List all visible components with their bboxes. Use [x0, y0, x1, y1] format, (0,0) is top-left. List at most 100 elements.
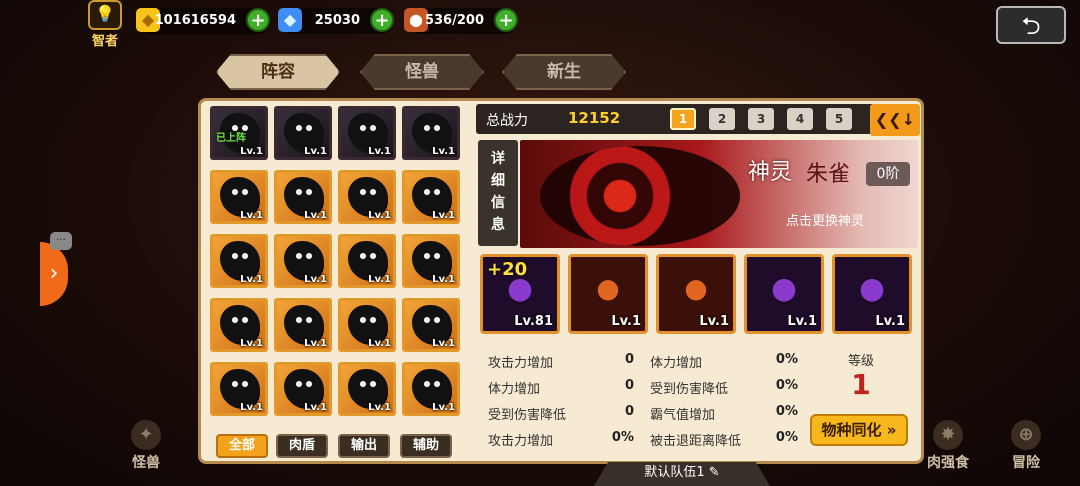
rank-badge[interactable]: 💡 智者	[84, 0, 126, 49]
vermilion-bird-art	[540, 146, 740, 246]
team-slot-4[interactable]: 4	[787, 108, 813, 130]
monster-level: Lv.1	[304, 402, 327, 413]
detail-info-button[interactable]: 详 细 信 息	[478, 140, 518, 246]
roster-monster-card[interactable]: Lv.1	[338, 170, 396, 224]
filter-all-button[interactable]: 全部	[216, 434, 268, 458]
tab-monsters[interactable]: 怪兽	[360, 54, 484, 90]
roster-monster-card[interactable]: Lv.1	[274, 106, 332, 160]
chevron-right-icon: ›	[49, 261, 59, 286]
team-member-level: Lv.1	[611, 314, 641, 329]
team-member-slot[interactable]: Lv.1	[656, 254, 736, 334]
monster-level: Lv.1	[240, 210, 263, 221]
swap-team-button[interactable]: ❮❮↓	[870, 104, 920, 136]
roster-monster-card[interactable]: Lv.1	[210, 170, 268, 224]
chat-icon[interactable]: ···	[50, 232, 72, 250]
return-arrow-icon: ⮌	[1021, 12, 1041, 40]
roster-monster-card[interactable]: Lv.1	[210, 362, 268, 416]
monster-level: Lv.1	[304, 210, 327, 221]
stat-value: 0%	[775, 378, 798, 393]
team-name-label: 默认队伍1	[644, 465, 705, 480]
stat-value: 0	[624, 404, 634, 419]
stat-label: 受到伤害降低	[650, 382, 729, 397]
nav-feast[interactable]: ✸ 肉强食	[916, 420, 980, 472]
add-gold-button[interactable]: +	[246, 8, 270, 32]
monster-level: Lv.1	[368, 338, 391, 349]
detail-char-4: 息	[491, 217, 505, 233]
roster-monster-card[interactable]: Lv.1	[402, 362, 460, 416]
team-member-slot[interactable]: Lv.1	[832, 254, 912, 334]
spirit-name: 朱雀	[806, 162, 851, 187]
filter-tank-button[interactable]: 肉盾	[276, 434, 328, 458]
species-sync-button[interactable]: 物种同化 »	[810, 414, 908, 446]
double-chevron-icon: »	[886, 421, 897, 439]
team-slot-2[interactable]: 2	[709, 108, 735, 130]
add-diamond-button[interactable]: +	[370, 8, 394, 32]
spirit-rank-badge: 0阶	[866, 162, 910, 186]
monster-level: Lv.1	[304, 146, 327, 157]
roster-monster-card[interactable]: Lv.1	[274, 170, 332, 224]
roster-monster-card[interactable]: Lv.1	[338, 234, 396, 288]
nav-adventure[interactable]: ⊕ 冒险	[994, 420, 1058, 472]
spirit-card[interactable]: 神灵 朱雀 0阶 点击更换神灵	[520, 140, 918, 248]
species-sync-label: 物种同化	[821, 421, 882, 439]
roster-monster-card[interactable]: Lv.1	[210, 234, 268, 288]
stat-value: 0%	[775, 430, 798, 445]
tab-rebirth[interactable]: 新生	[502, 54, 626, 90]
team-member-slot[interactable]: Lv.1	[568, 254, 648, 334]
back-button[interactable]: ⮌	[996, 6, 1066, 44]
team-slot-3[interactable]: 3	[748, 108, 774, 130]
roster-monster-card[interactable]: Lv.1	[402, 170, 460, 224]
nav-monsters[interactable]: ✦ 怪兽	[114, 420, 178, 472]
stat-value: 0	[624, 352, 634, 367]
bonus-badge: +20	[487, 259, 528, 280]
stat-value: 0	[624, 378, 634, 393]
team-name-tab[interactable]: 默认队伍1 ✎	[594, 462, 770, 486]
pencil-icon: ✎	[708, 465, 720, 480]
team-slot-1[interactable]: 1	[670, 108, 696, 130]
tab-lineup[interactable]: 阵容	[216, 54, 340, 90]
roster-monster-card[interactable]: Lv.1	[274, 234, 332, 288]
stat-value: 0%	[611, 430, 634, 445]
roster-monster-card[interactable]: Lv.1	[338, 106, 396, 160]
add-stamina-button[interactable]: +	[494, 8, 518, 32]
rank-label: 智者	[91, 34, 118, 49]
monster-level: Lv.1	[304, 338, 327, 349]
monster-level: Lv.1	[368, 146, 391, 157]
roster-monster-card[interactable]: 已上阵 Lv.1	[210, 106, 268, 160]
expand-arrow-button[interactable]: ›	[40, 242, 68, 306]
monster-level: Lv.1	[432, 210, 455, 221]
stats-panel: 攻击力增加 0 体力增加 0 受到伤害降低 0 攻击力增加 0% 体力增加 0%…	[482, 346, 804, 456]
roster-monster-card[interactable]: Lv.1	[274, 298, 332, 352]
team-member-level: Lv.81	[514, 314, 553, 329]
team-member-slot[interactable]: Lv.1	[744, 254, 824, 334]
gold-counter: ◆ 101616594 +	[136, 8, 270, 34]
monster-level: Lv.1	[432, 338, 455, 349]
stat-label: 攻击力增加	[488, 434, 554, 449]
claw-icon: ✸	[933, 420, 963, 450]
roster-monster-card[interactable]: Lv.1	[274, 362, 332, 416]
roster-monster-card[interactable]: Lv.1	[402, 234, 460, 288]
gold-value: 101616594	[154, 13, 236, 28]
roster-monster-card[interactable]: Lv.1	[338, 298, 396, 352]
monster-level: Lv.1	[432, 146, 455, 157]
filter-support-button[interactable]: 辅助	[400, 434, 452, 458]
roster-monster-card[interactable]: Lv.1	[210, 298, 268, 352]
monster-icon: ✦	[131, 420, 161, 450]
change-spirit-hint: 点击更换神灵	[786, 214, 865, 229]
stamina-counter: ● 536/200 +	[404, 8, 518, 34]
stat-label: 受到伤害降低	[488, 408, 567, 423]
roster-monster-card[interactable]: Lv.1	[402, 106, 460, 160]
roster-monster-card[interactable]: Lv.1	[402, 298, 460, 352]
team-slot-5[interactable]: 5	[826, 108, 852, 130]
roster-monster-card[interactable]: Lv.1	[338, 362, 396, 416]
monster-level: Lv.1	[240, 402, 263, 413]
monster-level: Lv.1	[240, 274, 263, 285]
team-member-slot[interactable]: +20 Lv.81	[480, 254, 560, 334]
stat-value: 0%	[775, 352, 798, 367]
monster-level: Lv.1	[432, 402, 455, 413]
stamina-value: 536/200	[424, 13, 484, 28]
stat-label: 体力增加	[650, 356, 703, 371]
diamond-value: 25030	[314, 13, 360, 28]
filter-damage-button[interactable]: 输出	[338, 434, 390, 458]
deployed-tag: 已上阵	[216, 133, 246, 144]
